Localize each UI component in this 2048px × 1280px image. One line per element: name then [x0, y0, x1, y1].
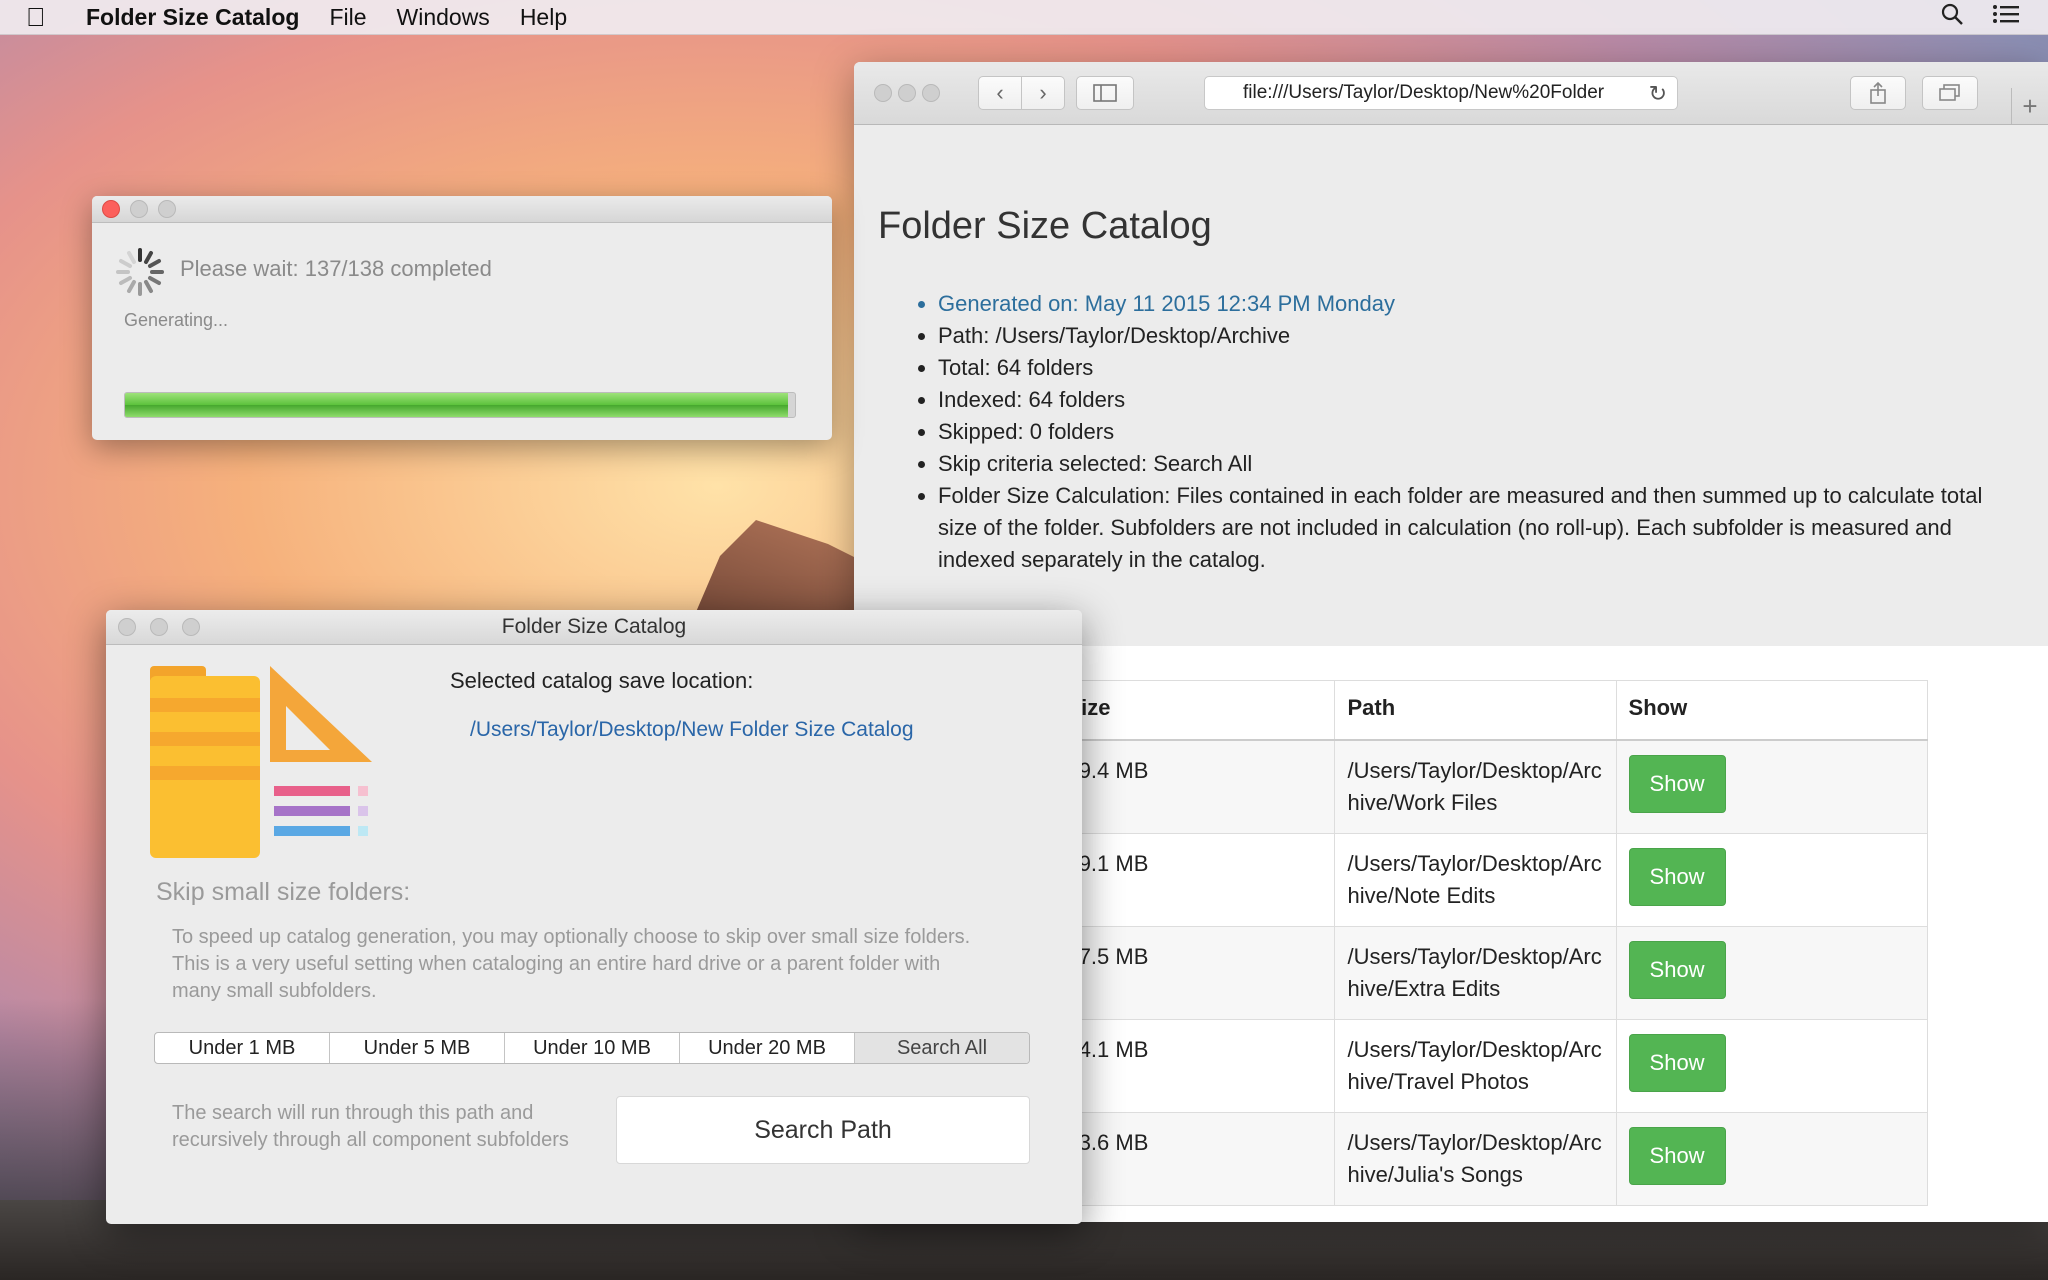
info-total: Total: 64 folders: [938, 352, 2018, 384]
menu-app-name[interactable]: Folder Size Catalog: [86, 4, 299, 31]
menu-bar:  Folder Size Catalog File Windows Help: [0, 0, 2048, 35]
search-path-button[interactable]: Search Path: [616, 1096, 1030, 1164]
cell-show: Show: [1615, 833, 1929, 927]
browser-toolbar: ‹ › file:///Users/Taylor/Desktop/New%20F…: [854, 62, 2048, 125]
chevron-left-icon: ‹: [996, 80, 1004, 105]
segment-under-10mb[interactable]: Under 10 MB: [505, 1033, 680, 1063]
cell-path: /Users/Taylor/Desktop/Archive/Note Edits: [1334, 833, 1617, 927]
sidebar-icon: [1093, 84, 1117, 102]
column-header-show: Show: [1615, 680, 1929, 741]
tabs-overview-button[interactable]: [1922, 76, 1978, 110]
page-content: Folder Size Catalog Generated on: May 11…: [854, 205, 2048, 576]
save-location-path-link[interactable]: /Users/Taylor/Desktop/New Folder Size Ca…: [470, 718, 914, 742]
segment-under-1mb[interactable]: Under 1 MB: [155, 1033, 330, 1063]
cell-show: Show: [1615, 926, 1929, 1020]
share-icon: [1870, 82, 1886, 104]
cell-show: Show: [1615, 1019, 1929, 1113]
forward-button[interactable]: ›: [1021, 76, 1065, 110]
column-header-path: Path: [1334, 680, 1617, 741]
app-window: Folder Size Catalog Selected catalog sav…: [106, 610, 1082, 1224]
page-title: Folder Size Catalog: [878, 205, 1212, 247]
info-skipped: Skipped: 0 folders: [938, 416, 2018, 448]
address-bar[interactable]: file:///Users/Taylor/Desktop/New%20Folde…: [1204, 76, 1678, 110]
progress-substatus: Generating...: [124, 310, 229, 330]
skip-small-folders-heading: Skip small size folders:: [156, 878, 411, 906]
progress-bar: [124, 392, 796, 418]
menu-help[interactable]: Help: [520, 4, 567, 31]
show-button[interactable]: Show: [1628, 755, 1726, 813]
menu-file[interactable]: File: [329, 4, 366, 31]
search-note: The search will run through this path an…: [172, 1102, 569, 1151]
cell-path: /Users/Taylor/Desktop/Archive/Travel Pho…: [1334, 1019, 1617, 1113]
show-button[interactable]: Show: [1628, 848, 1726, 906]
reload-icon[interactable]: ↻: [1649, 81, 1667, 107]
app-titlebar: Folder Size Catalog: [106, 610, 1082, 645]
share-button[interactable]: [1850, 76, 1906, 110]
cell-size: 69.4 MB: [1053, 739, 1336, 834]
sidebar-toggle-button[interactable]: [1076, 76, 1134, 110]
info-path: Path: /Users/Taylor/Desktop/Archive: [938, 320, 2018, 352]
cell-size: 47.5 MB: [1053, 926, 1336, 1020]
show-button[interactable]: Show: [1628, 1034, 1726, 1092]
show-button[interactable]: Show: [1628, 941, 1726, 999]
cell-show: Show: [1615, 1112, 1929, 1206]
new-tab-button[interactable]: +: [2011, 88, 2048, 124]
app-window-title: Folder Size Catalog: [501, 615, 687, 638]
segment-under-20mb[interactable]: Under 20 MB: [680, 1033, 855, 1063]
segment-search-all[interactable]: Search All: [855, 1033, 1029, 1063]
cell-path: /Users/Taylor/Desktop/Archive/Julia's So…: [1334, 1112, 1617, 1206]
spinner-icon: [116, 248, 164, 296]
browser-minimize-button[interactable]: [898, 84, 916, 102]
plus-icon: +: [2022, 90, 2038, 121]
cell-path: /Users/Taylor/Desktop/Archive/Extra Edit…: [1334, 926, 1617, 1020]
menu-windows[interactable]: Windows: [397, 4, 490, 31]
browser-close-button[interactable]: [874, 84, 892, 102]
progress-window: Please wait: 137/138 completed Generatin…: [92, 196, 832, 440]
chevron-right-icon: ›: [1039, 80, 1047, 105]
skip-size-segmented-control: Under 1 MB Under 5 MB Under 10 MB Under …: [154, 1032, 1030, 1064]
progress-minimize-button[interactable]: [130, 200, 148, 218]
progress-close-button[interactable]: [102, 200, 120, 218]
cell-size: 44.1 MB: [1053, 1019, 1336, 1113]
spotlight-search-icon[interactable]: [1940, 2, 1964, 32]
folder-catalog-app-icon: [150, 666, 372, 858]
url-text: file:///Users/Taylor/Desktop/New%20Folde…: [1243, 82, 1605, 103]
app-zoom-button[interactable]: [182, 618, 200, 636]
save-location-label: Selected catalog save location:: [450, 668, 754, 693]
cell-show: Show: [1615, 739, 1929, 834]
browser-zoom-button[interactable]: [922, 84, 940, 102]
progress-status: Please wait: 137/138 completed: [180, 256, 492, 281]
back-button[interactable]: ‹: [978, 76, 1022, 110]
app-close-button[interactable]: [118, 618, 136, 636]
progress-titlebar: [92, 196, 832, 223]
catalog-info-list: Generated on: May 11 2015 12:34 PM Monda…: [878, 288, 2018, 576]
segment-under-5mb[interactable]: Under 5 MB: [330, 1033, 505, 1063]
info-generated: Generated on: May 11 2015 12:34 PM Monda…: [938, 288, 2018, 320]
progress-zoom-button[interactable]: [158, 200, 176, 218]
progress-bar-fill: [125, 393, 789, 417]
info-indexed: Indexed: 64 folders: [938, 384, 2018, 416]
info-calculation: Folder Size Calculation: Files contained…: [938, 480, 2018, 576]
column-header-size: Size: [1053, 680, 1336, 741]
apple-menu-icon[interactable]: : [26, 2, 70, 33]
tabs-icon: [1939, 84, 1960, 101]
cell-size: 69.1 MB: [1053, 833, 1336, 927]
cell-path: /Users/Taylor/Desktop/Archive/Work Files: [1334, 739, 1617, 834]
info-skip-criteria: Skip criteria selected: Search All: [938, 448, 2018, 480]
notification-center-icon[interactable]: [1992, 3, 2020, 31]
show-button[interactable]: Show: [1628, 1127, 1726, 1185]
app-minimize-button[interactable]: [150, 618, 168, 636]
cell-size: 33.6 MB: [1053, 1112, 1336, 1206]
skip-description: To speed up catalog generation, you may …: [172, 926, 971, 1002]
